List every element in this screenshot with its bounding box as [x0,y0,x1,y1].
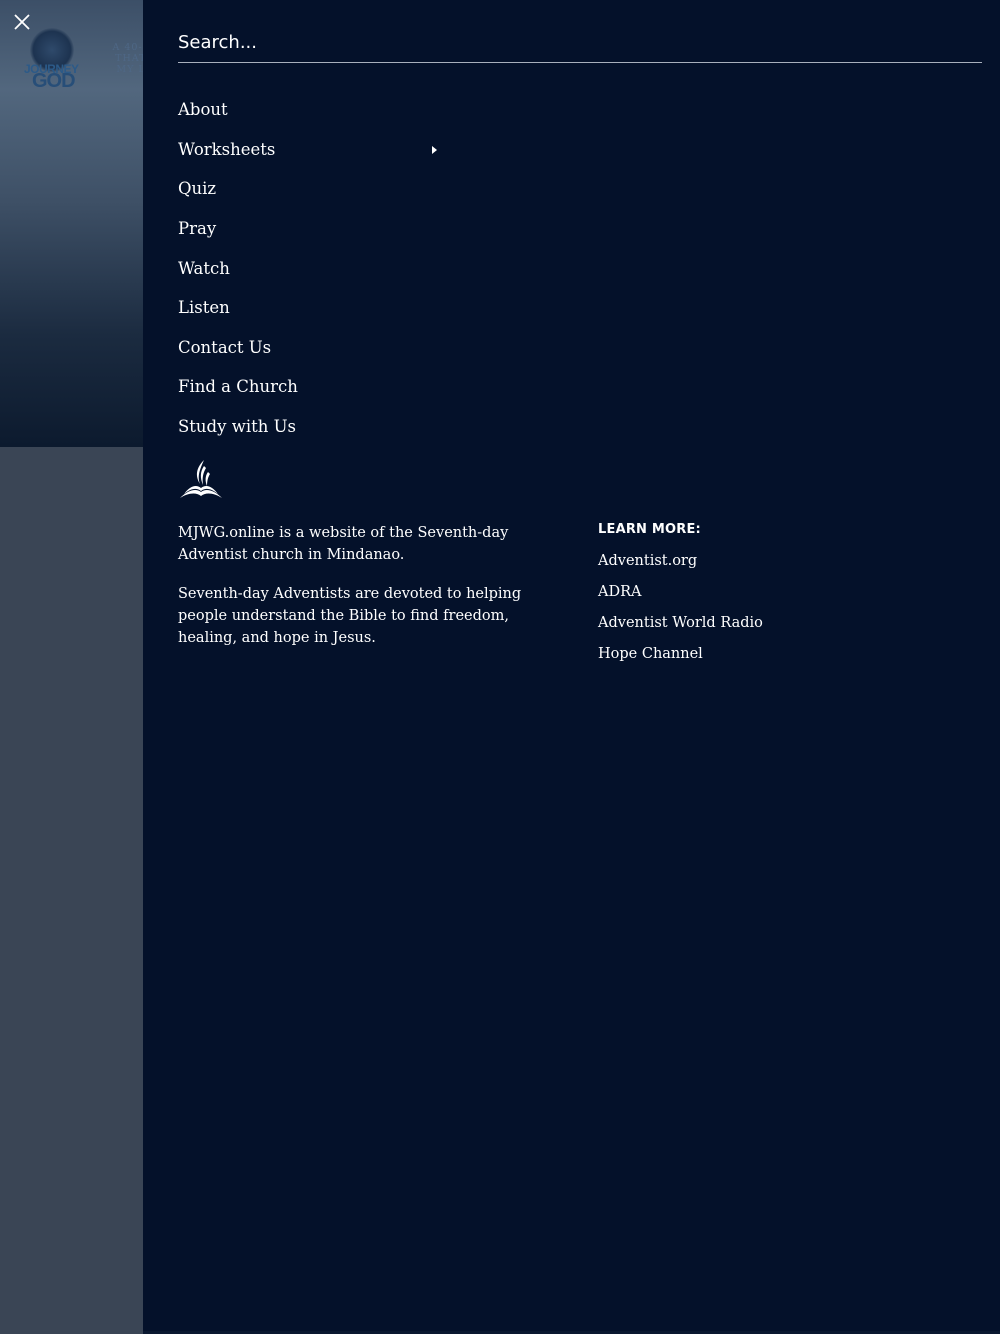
menu-item-worksheets[interactable]: Worksheets [178,130,478,170]
close-button[interactable] [10,10,34,34]
learn-more-heading: LEARN MORE: [598,522,701,537]
menu-item-label: Watch [178,258,230,278]
menu-item-label: Quiz [178,179,217,199]
logo-word-god: GOD [32,70,76,92]
hero-banner: JOURNEY GOD A 40-DAY THAT WI MY LIFE [0,0,143,447]
menu-item-label: Contact Us [178,337,272,357]
link-hope-channel[interactable]: Hope Channel [598,646,898,677]
close-icon [14,14,30,30]
menu-item-contact-us[interactable]: Contact Us [178,328,478,368]
menu-item-watch[interactable]: Watch [178,248,478,288]
learn-more-section: LEARN MORE: Adventist.org ADRA Adventist… [598,522,898,677]
menu-item-quiz[interactable]: Quiz [178,169,478,209]
menu-item-label: Study with Us [178,417,296,437]
navigation-drawer: About Worksheets Quiz Pray Watch Listen … [143,0,1000,1334]
menu-item-label: Find a Church [178,377,298,397]
menu-item-listen[interactable]: Listen [178,288,478,328]
submenu-arrow-icon[interactable] [432,145,437,154]
link-adventist-org[interactable]: Adventist.org [598,553,898,584]
menu-item-about[interactable]: About [178,90,478,130]
search-input[interactable] [178,24,982,60]
menu-item-label: About [178,100,228,120]
menu-item-label: Pray [178,219,217,239]
menu-item-study-with-us[interactable]: Study with Us [178,407,478,447]
main-menu: About Worksheets Quiz Pray Watch Listen … [178,90,478,446]
menu-item-label: Listen [178,298,230,318]
menu-item-find-a-church[interactable]: Find a Church [178,367,478,407]
link-adra[interactable]: ADRA [598,584,898,615]
search-bar [178,24,982,63]
hero-tagline: A 40-DAY THAT WI MY LIFE [112,42,143,75]
learn-more-links: Adventist.org ADRA Adventist World Radio… [598,553,898,677]
about-description: MJWG.online is a website of the Seventh-… [178,522,568,649]
link-adventist-world-radio[interactable]: Adventist World Radio [598,615,898,646]
adventist-flame-logo-icon [178,458,224,500]
menu-item-label: Worksheets [178,139,276,159]
about-paragraph-1: MJWG.online is a website of the Seventh-… [178,525,509,563]
site-logo: JOURNEY GOD A 40-DAY THAT WI MY LIFE [22,18,143,98]
about-paragraph-2: Seventh-day Adventists are devoted to he… [178,586,522,646]
menu-item-pray[interactable]: Pray [178,209,478,249]
